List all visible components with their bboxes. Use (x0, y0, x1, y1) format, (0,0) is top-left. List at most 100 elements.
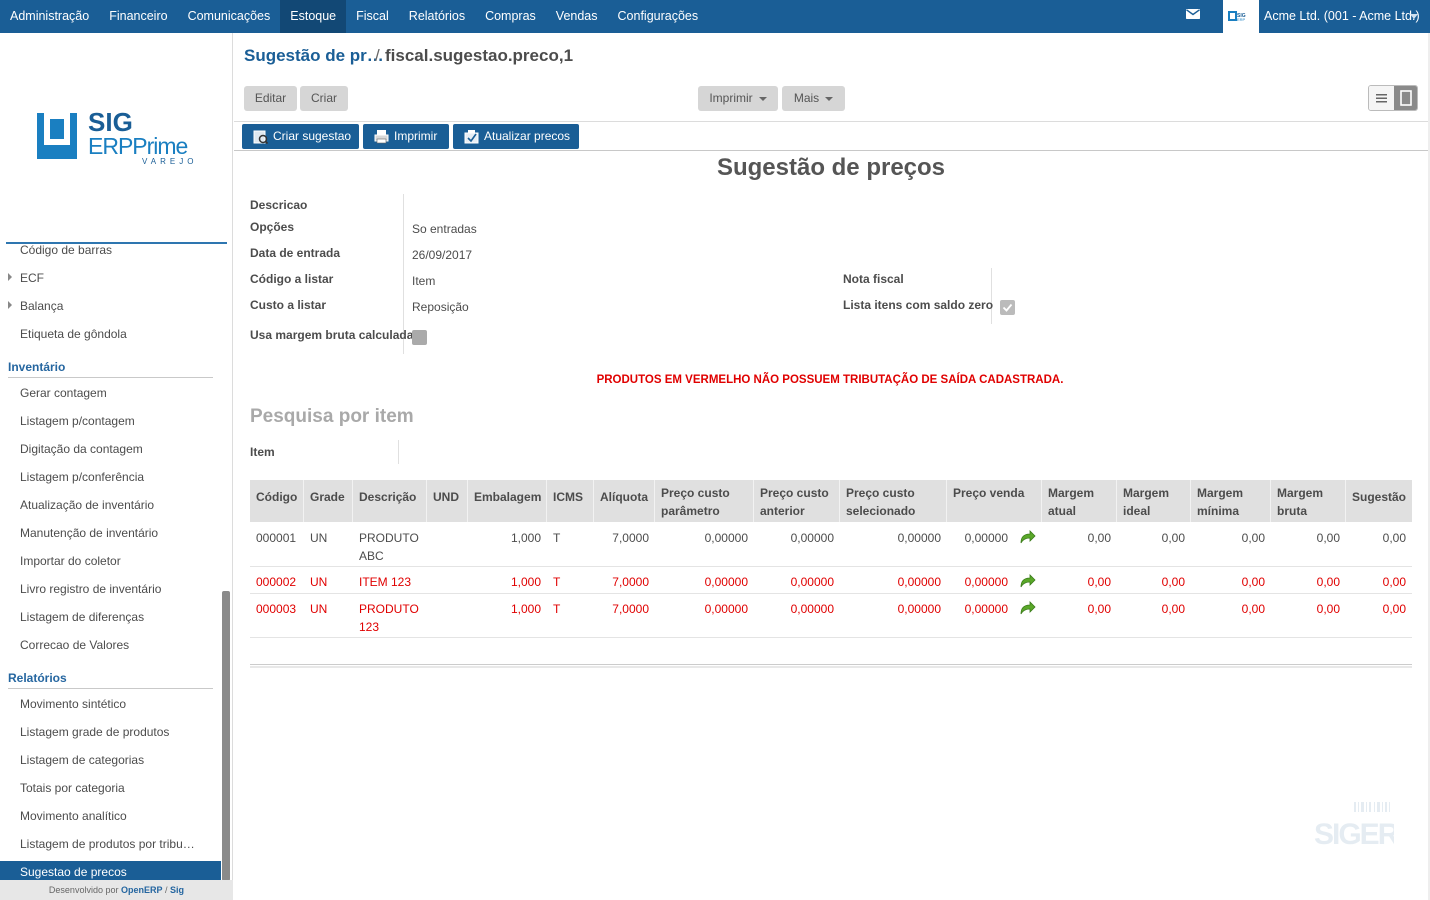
sidebar-scrollbar[interactable] (222, 591, 230, 881)
breadcrumb-current: fiscal.sugestao.preco,1 (385, 46, 574, 65)
form-view-icon[interactable] (1394, 86, 1417, 110)
sidebar-item-codigo-barras[interactable]: Código de barras (20, 244, 112, 257)
sidebar-item-livro-registro[interactable]: Livro registro de inventário (20, 582, 161, 596)
sidebar-item-digitacao-contagem[interactable]: Digitação da contagem (20, 442, 143, 456)
sidebar-item-listagem-grade[interactable]: Listagem grade de produtos (20, 725, 169, 739)
menu-financeiro[interactable]: Financeiro (99, 0, 177, 33)
sidebar-item-importar-coletor[interactable]: Importar do coletor (20, 554, 121, 568)
caret-right-icon[interactable] (8, 301, 12, 309)
sidebar-item-listagem-conferencia[interactable]: Listagem p/conferência (20, 470, 144, 484)
print-action-button[interactable]: Imprimir (363, 124, 449, 149)
menu-comunicacoes[interactable]: Comunicações (178, 0, 281, 33)
cell-aliquota: 7,0000 (612, 575, 649, 589)
col-margem-minima[interactable]: Margem mínima (1191, 480, 1271, 522)
opcoes-field[interactable]: So entradas (412, 222, 477, 236)
menu-relatorios[interactable]: Relatórios (399, 0, 475, 33)
menu-compras[interactable]: Compras (475, 0, 546, 33)
col-und[interactable]: UND (427, 480, 468, 522)
codigo-listar-field[interactable]: Item (412, 274, 435, 288)
col-preco-custo-selecionado[interactable]: Preço custo selecionado (840, 480, 947, 522)
row-divider (250, 637, 1412, 638)
col-grade[interactable]: Grade (304, 480, 353, 522)
menu-estoque[interactable]: Estoque (280, 0, 347, 33)
more-dropdown[interactable]: Mais (782, 86, 845, 111)
print-dropdown[interactable]: Imprimir (698, 86, 778, 111)
svg-text:ERPPrime: ERPPrime (88, 133, 188, 159)
sidebar-item-etiqueta-gondola[interactable]: Etiqueta de gôndola (20, 327, 127, 341)
col-codigo[interactable]: Código (250, 480, 304, 522)
sidebar-item-manutencao-inventario[interactable]: Manutenção de inventário (20, 526, 158, 540)
caret-right-icon[interactable] (8, 273, 12, 281)
custo-listar-field[interactable]: Reposição (412, 300, 469, 314)
item-search-field[interactable] (404, 445, 804, 461)
cell-preco-custo-anterior: 0,00000 (790, 602, 834, 616)
sidebar-item-atualizacao-inventario[interactable]: Atualização de inventário (20, 498, 154, 512)
sidebar-item-movimento-analitico[interactable]: Movimento analítico (20, 809, 127, 823)
col-preco-custo-anterior[interactable]: Preço custo anterior (754, 480, 840, 522)
sidebar-item-listagem-categorias[interactable]: Listagem de categorias (20, 753, 144, 767)
sidebar-item-correcao-valores[interactable]: Correcao de Valores (20, 638, 129, 652)
cell-aliquota: 7,0000 (612, 602, 649, 616)
caret-down-icon (825, 96, 834, 101)
cell-margem-atual: 0,00 (1087, 575, 1111, 589)
go-arrow-icon[interactable] (1020, 574, 1036, 588)
sidebar-item-totais-categoria[interactable]: Totais por categoria (20, 781, 125, 795)
grid-header: Código Grade Descrição UND Embalagem ICM… (250, 480, 1412, 522)
sidebar-item-listagem-tributacao[interactable]: Listagem de produtos por tribu… (20, 837, 195, 851)
update-prices-label: Atualizar precos (484, 129, 571, 143)
sidebar-item-gerar-contagem[interactable]: Gerar contagem (20, 386, 107, 400)
print-dropdown-label: Imprimir (709, 91, 753, 105)
col-icms[interactable]: ICMS (547, 480, 594, 522)
col-aliquota[interactable]: Alíquota (594, 480, 655, 522)
col-descricao[interactable]: Descrição (353, 480, 427, 522)
col-preco-custo-parametro[interactable]: Preço custo parâmetro (655, 480, 754, 522)
cell-margem-atual: 0,00 (1087, 531, 1111, 545)
cell-preco-venda: 0,00000 (964, 575, 1008, 589)
sidebar-item-movimento-sintetico[interactable]: Movimento sintético (20, 697, 126, 711)
sidebar-item-listagem-diferencas[interactable]: Listagem de diferenças (20, 610, 144, 624)
menu-fiscal[interactable]: Fiscal (346, 0, 399, 33)
sidebar: SIG ERPPrime VAREJO Código de barras ECF… (0, 33, 233, 900)
breadcrumb-parent[interactable]: Sugestão de pr… (244, 46, 384, 66)
cell-margem-ideal: 0,00 (1161, 575, 1185, 589)
go-arrow-icon[interactable] (1020, 601, 1036, 615)
section-divider (8, 688, 213, 689)
create-suggestion-button[interactable]: Criar sugestao (242, 124, 359, 149)
edit-button[interactable]: Editar (244, 86, 297, 111)
sidebar-item-balanca[interactable]: Balança (20, 299, 63, 313)
usa-margem-checkbox[interactable] (412, 330, 427, 345)
update-prices-button[interactable]: Atualizar precos (453, 124, 579, 149)
sidebar-item-listagem-contagem[interactable]: Listagem p/contagem (20, 414, 135, 428)
lista-saldo-zero-checkbox[interactable] (1000, 300, 1015, 315)
menu-vendas[interactable]: Vendas (546, 0, 608, 33)
col-embalagem[interactable]: Embalagem (468, 480, 547, 522)
sidebar-item-ecf[interactable]: ECF (20, 271, 44, 285)
menu-configuracoes[interactable]: Configurações (608, 0, 709, 33)
sidebar-item-sugestao-precos[interactable]: Sugestao de precos (0, 861, 221, 880)
field-separator (398, 440, 399, 464)
col-preco-venda[interactable]: Preço venda (947, 480, 1042, 522)
data-entrada-field[interactable]: 26/09/2017 (412, 248, 472, 262)
footer-link-openerp[interactable]: OpenERP (121, 885, 163, 895)
caret-down-icon[interactable] (1410, 14, 1418, 19)
cell-margem-ideal: 0,00 (1161, 602, 1185, 616)
col-margem-bruta[interactable]: Margem bruta (1271, 480, 1346, 522)
go-arrow-icon[interactable] (1020, 530, 1036, 544)
footer-link-sig[interactable]: Sig (170, 885, 184, 895)
col-margem-atual[interactable]: Margem atual (1042, 480, 1117, 522)
row-divider (250, 593, 1412, 594)
company-switcher[interactable]: Acme Ltd. (001 - Acme Ltd.) (1264, 0, 1420, 33)
cell-preco-venda: 0,00000 (964, 531, 1008, 545)
menu-administracao[interactable]: Administração (0, 0, 99, 33)
lista-saldo-zero-label: Lista itens com saldo zero (843, 298, 994, 312)
mail-icon[interactable] (1186, 9, 1200, 19)
create-suggestion-label: Criar sugestao (273, 129, 352, 143)
cell-embalagem: 1,000 (510, 575, 541, 589)
cell-descricao: PRODUTO 123 (359, 602, 419, 634)
cell-margem-minima: 0,00 (1241, 531, 1265, 545)
list-view-icon[interactable] (1369, 86, 1394, 110)
view-switcher (1368, 85, 1418, 111)
col-sugestao[interactable]: Sugestão (1346, 480, 1412, 522)
create-button[interactable]: Criar (300, 86, 348, 111)
col-margem-ideal[interactable]: Margem ideal (1117, 480, 1191, 522)
